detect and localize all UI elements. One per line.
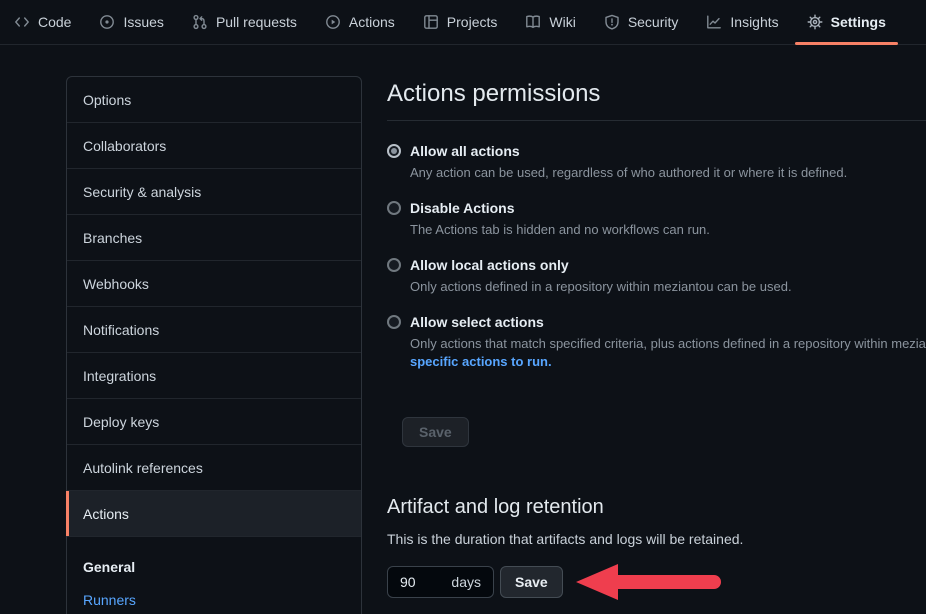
specific-actions-link[interactable]: specific actions to run. bbox=[410, 353, 552, 371]
sidebar-link-runners[interactable]: Runners bbox=[83, 592, 345, 608]
sidebar-item-collaborators[interactable]: Collaborators bbox=[67, 123, 361, 169]
red-arrow-annotation bbox=[574, 563, 726, 601]
sidebar-item-deploy-keys[interactable]: Deploy keys bbox=[67, 399, 361, 445]
tab-insights[interactable]: Insights bbox=[692, 0, 792, 44]
tab-actions[interactable]: Actions bbox=[311, 0, 409, 44]
option-disable-actions: Disable Actions The Actions tab is hidde… bbox=[387, 198, 926, 239]
tab-label: Actions bbox=[349, 14, 395, 30]
sidebar-item-autolink-references[interactable]: Autolink references bbox=[67, 445, 361, 491]
radio-allow-select-actions[interactable] bbox=[387, 315, 401, 329]
page-title: Actions permissions bbox=[387, 76, 926, 121]
actions-permissions-radio-group: Allow all actions Any action can be used… bbox=[387, 141, 926, 371]
option-label: Disable Actions bbox=[410, 200, 515, 216]
tab-pull-requests[interactable]: Pull requests bbox=[178, 0, 311, 44]
tab-label: Settings bbox=[831, 14, 886, 30]
tab-projects[interactable]: Projects bbox=[409, 0, 512, 44]
tab-wiki[interactable]: Wiki bbox=[511, 0, 589, 44]
retention-description: This is the duration that artifacts and … bbox=[387, 530, 926, 548]
tab-label: Projects bbox=[447, 14, 498, 30]
option-allow-select-actions: Allow select actions Only actions that m… bbox=[387, 312, 926, 371]
radio-allow-local-actions[interactable] bbox=[387, 258, 401, 272]
sidebar-actions-subsection: General Runners bbox=[67, 537, 361, 614]
tab-label: Security bbox=[628, 14, 679, 30]
tab-security[interactable]: Security bbox=[590, 0, 693, 44]
option-description: Only actions that match specified criter… bbox=[410, 335, 926, 353]
tab-label: Wiki bbox=[549, 14, 575, 30]
tab-settings[interactable]: Settings bbox=[793, 0, 900, 44]
retention-controls: 90 days Save bbox=[387, 563, 926, 601]
retention-save-button[interactable]: Save bbox=[500, 566, 563, 598]
settings-sidebar: Options Collaborators Security & analysi… bbox=[66, 76, 362, 614]
option-label: Allow all actions bbox=[410, 143, 520, 159]
tab-code[interactable]: Code bbox=[0, 0, 85, 44]
sidebar-item-integrations[interactable]: Integrations bbox=[67, 353, 361, 399]
option-allow-local-actions: Allow local actions only Only actions de… bbox=[387, 255, 926, 296]
sidebar-subheading-general: General bbox=[83, 559, 345, 575]
option-description: Only actions defined in a repository wit… bbox=[410, 278, 926, 296]
retention-days-value: 90 bbox=[400, 574, 416, 590]
issue-icon bbox=[99, 14, 115, 30]
option-label: Allow select actions bbox=[410, 314, 544, 330]
tab-label: Issues bbox=[123, 14, 163, 30]
gear-icon bbox=[807, 14, 823, 30]
tab-label: Code bbox=[38, 14, 71, 30]
repo-tab-bar: Code Issues Pull requests Actions Projec… bbox=[0, 0, 926, 45]
graph-icon bbox=[706, 14, 722, 30]
shield-icon bbox=[604, 14, 620, 30]
project-icon bbox=[423, 14, 439, 30]
sidebar-item-options[interactable]: Options bbox=[67, 77, 361, 123]
retention-days-unit: days bbox=[451, 574, 481, 590]
sidebar-item-notifications[interactable]: Notifications bbox=[67, 307, 361, 353]
actions-settings-panel: Actions permissions Allow all actions An… bbox=[387, 76, 926, 601]
option-allow-all-actions: Allow all actions Any action can be used… bbox=[387, 141, 926, 182]
option-description: The Actions tab is hidden and no workflo… bbox=[410, 221, 926, 239]
radio-allow-all-actions[interactable] bbox=[387, 144, 401, 158]
option-description: Any action can be used, regardless of wh… bbox=[410, 164, 926, 182]
sidebar-item-actions[interactable]: Actions bbox=[67, 491, 361, 537]
retention-days-input[interactable]: 90 days bbox=[387, 566, 494, 598]
sidebar-item-webhooks[interactable]: Webhooks bbox=[67, 261, 361, 307]
code-icon bbox=[14, 14, 30, 30]
permissions-save-button[interactable]: Save bbox=[402, 417, 469, 447]
retention-section-title: Artifact and log retention bbox=[387, 494, 926, 520]
radio-disable-actions[interactable] bbox=[387, 201, 401, 215]
book-icon bbox=[525, 14, 541, 30]
play-icon bbox=[325, 14, 341, 30]
tab-label: Pull requests bbox=[216, 14, 297, 30]
pull-request-icon bbox=[192, 14, 208, 30]
tab-label: Insights bbox=[730, 14, 778, 30]
option-label: Allow local actions only bbox=[410, 257, 569, 273]
sidebar-item-security-analysis[interactable]: Security & analysis bbox=[67, 169, 361, 215]
tab-issues[interactable]: Issues bbox=[85, 0, 177, 44]
sidebar-item-branches[interactable]: Branches bbox=[67, 215, 361, 261]
